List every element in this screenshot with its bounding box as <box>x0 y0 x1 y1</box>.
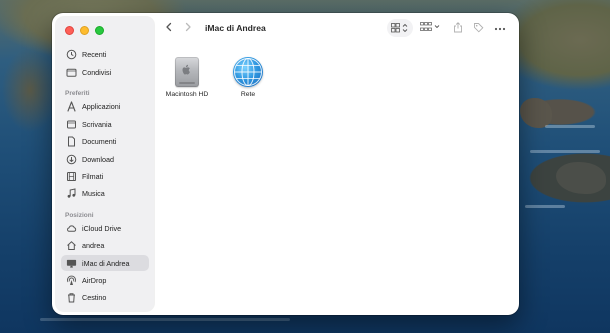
sidebar-item-applicazioni[interactable]: Applicazioni <box>61 98 149 114</box>
share-button[interactable] <box>452 21 464 35</box>
clock-icon <box>66 49 77 60</box>
sidebar-item-label: Condivisi <box>82 67 112 77</box>
shared-folder-icon <box>66 67 77 78</box>
sidebar-item-icloud-drive[interactable]: iCloud Drive <box>61 220 149 236</box>
sidebar-item-label: Filmati <box>82 171 104 181</box>
sidebar-item-label: Applicazioni <box>82 101 121 111</box>
tag-button[interactable] <box>472 21 484 35</box>
sidebar-item-andrea[interactable]: andrea <box>61 237 149 253</box>
wallpaper-foam <box>525 205 565 208</box>
sidebar-item-documenti[interactable]: Documenti <box>61 133 149 149</box>
sidebar-item-download[interactable]: Download <box>61 151 149 167</box>
hard-drive-icon <box>175 57 199 87</box>
sidebar-item-label: iMac di Andrea <box>82 258 130 268</box>
sidebar-item-imac-di-andrea[interactable]: iMac di Andrea <box>61 255 149 271</box>
favorites-heading: Preferiti <box>65 90 90 97</box>
tag-icon <box>473 22 484 35</box>
wallpaper-foam <box>545 125 595 128</box>
film-icon <box>66 171 77 182</box>
chevron-right-icon <box>183 22 193 34</box>
trash-icon <box>66 292 77 303</box>
group-by-button[interactable] <box>420 21 442 35</box>
window-controls <box>65 26 104 35</box>
sidebar-item-scrivania[interactable]: Scrivania <box>61 116 149 132</box>
sidebar-item-label: Download <box>82 154 114 164</box>
group-grid-icon <box>420 22 442 34</box>
toolbar: iMac di Andrea <box>154 13 519 43</box>
sidebar-item-condivisi[interactable]: Condivisi <box>61 64 149 80</box>
sidebar-item-cestino[interactable]: Cestino <box>61 289 149 305</box>
sidebar-item-filmati[interactable]: Filmati <box>61 168 149 184</box>
share-icon <box>453 21 463 35</box>
sidebar-item-label: Recenti <box>82 49 107 59</box>
music-icon <box>66 187 77 199</box>
close-button[interactable] <box>65 26 74 35</box>
locations-heading: Posizioni <box>65 212 94 219</box>
window-title: iMac di Andrea <box>205 23 266 33</box>
network-globe-icon <box>233 57 263 87</box>
file-item-rete[interactable]: Rete <box>218 57 278 98</box>
file-item-macintosh-hd[interactable]: Macintosh HD <box>157 57 217 98</box>
wallpaper-foam <box>40 318 290 321</box>
document-icon <box>66 136 77 147</box>
grid-view-icon <box>391 23 409 35</box>
sidebar-item-label: iCloud Drive <box>82 223 122 233</box>
sidebar: Recenti Condivisi Preferiti Applicazioni… <box>56 17 154 311</box>
wallpaper-rock <box>556 162 606 194</box>
back-button[interactable] <box>162 21 176 35</box>
wallpaper-rock <box>520 98 552 128</box>
sidebar-item-label: andrea <box>82 240 105 250</box>
more-actions-button[interactable] <box>493 21 507 35</box>
file-label: Macintosh HD <box>165 91 209 98</box>
sidebar-item-label: AirDrop <box>82 275 107 285</box>
cloud-icon <box>66 223 77 234</box>
view-mode-button[interactable] <box>387 19 413 37</box>
forward-button[interactable] <box>181 21 195 35</box>
imac-icon <box>66 258 77 269</box>
sidebar-item-label: Documenti <box>82 136 117 146</box>
sidebar-item-label: Cestino <box>82 292 107 302</box>
download-icon <box>66 154 77 165</box>
chevron-left-icon <box>164 22 174 34</box>
desktop-icon <box>66 119 77 130</box>
sidebar-item-musica[interactable]: Musica <box>61 185 149 201</box>
finder-window: Recenti Condivisi Preferiti Applicazioni… <box>52 13 519 315</box>
sidebar-item-recenti[interactable]: Recenti <box>61 46 149 62</box>
zoom-button[interactable] <box>95 26 104 35</box>
file-label: Rete <box>240 91 256 98</box>
applications-icon <box>66 100 77 112</box>
home-icon <box>66 240 77 251</box>
sidebar-item-airdrop[interactable]: AirDrop <box>61 272 149 288</box>
sidebar-item-label: Scrivania <box>82 119 112 129</box>
wallpaper-foam <box>530 150 600 153</box>
airdrop-icon <box>66 275 77 286</box>
sidebar-item-label: Musica <box>82 188 105 198</box>
minimize-button[interactable] <box>80 26 89 35</box>
ellipsis-icon <box>494 24 506 33</box>
